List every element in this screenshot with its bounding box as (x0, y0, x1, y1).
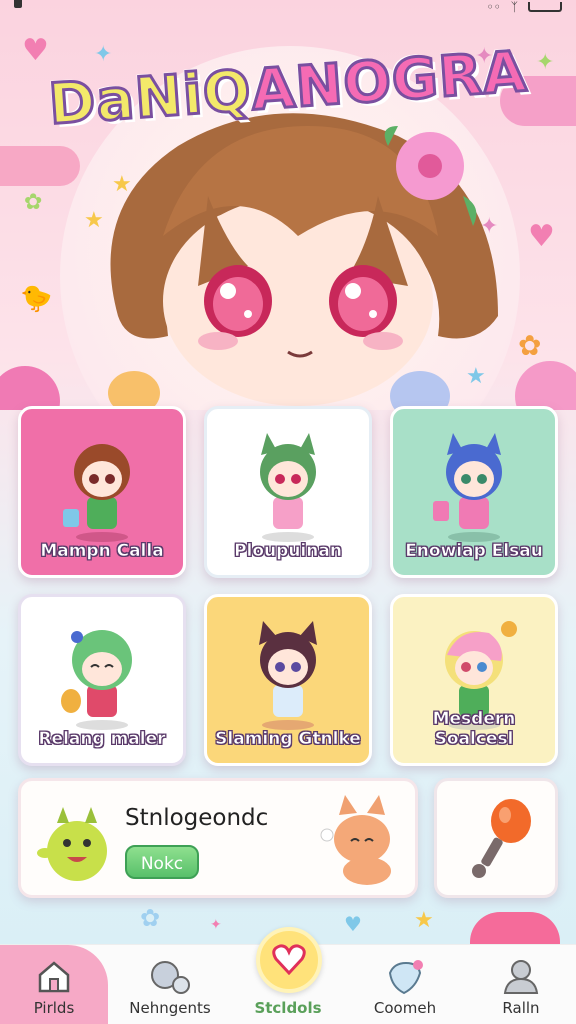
star-icon: ✦ (210, 917, 222, 933)
character-avatar (260, 433, 316, 542)
nav-label: Pirlds (33, 999, 75, 1017)
hero-character (110, 113, 498, 406)
character-card[interactable]: Mampn Calla (18, 406, 186, 578)
gem-icon (388, 960, 423, 995)
star-icon: ★ (414, 908, 434, 933)
user-icon (503, 960, 539, 994)
heart-icon: ♥ (22, 33, 49, 68)
heart-icon: ♥ (528, 219, 555, 254)
bird-icon: 🐤 (20, 284, 53, 314)
card-label: Mesdern Soalcesl (432, 709, 516, 750)
nav-item-bubbles[interactable]: Nehngents (115, 945, 225, 1024)
battery-icon (528, 2, 562, 12)
card-label: Ploupuinan (234, 541, 342, 562)
decor-bubble (0, 366, 60, 410)
nav-label: Nehngents (129, 999, 211, 1017)
status-icons: ◦◦ ᛉ (487, 0, 562, 14)
card-label: Slaming Gtnlke (215, 729, 361, 750)
item-card[interactable] (434, 778, 558, 898)
nav-item-profile[interactable]: Ralln (466, 945, 576, 1024)
flower-icon: ✿ (24, 190, 43, 215)
nav-item-favorites[interactable]: Stcldols (233, 927, 343, 1024)
flower-icon: ✿ (140, 904, 161, 932)
character-card[interactable]: Ploupuinan (204, 406, 372, 578)
character-card[interactable]: Mesdern Soalcesl (390, 594, 558, 766)
notch-indicator (14, 0, 22, 8)
heart-icon (272, 944, 306, 975)
featured-title: Stnlogeondc (125, 805, 269, 831)
bottom-navigation: Pirlds Nehngents Stcldols Coomeh Ralln (0, 927, 576, 1024)
hero-banner: ♥ ✦ ✦ ✦ ♥ ✿ ★ ★ 🐤 ✿ ✦ ★ DaNiQANOGRA (0, 16, 576, 410)
featured-card[interactable]: Stnlogeondc Nokc (18, 778, 418, 898)
character-avatar (259, 621, 317, 730)
home-icon (38, 961, 70, 993)
card-label: Enowiap Elsau (405, 541, 543, 562)
star-icon: ✦ (94, 42, 113, 67)
star-icon: ✦ (536, 50, 555, 75)
featured-action-button[interactable]: Nokc (125, 845, 199, 879)
monster-avatar (37, 807, 107, 881)
nav-label: Ralln (502, 999, 540, 1017)
card-label: Mampn Calla (40, 541, 164, 562)
character-avatar (63, 444, 130, 542)
bubbles-icon (151, 961, 190, 994)
decor-bubble (515, 361, 576, 410)
decor-blob (0, 146, 80, 186)
card-label: Relang maler (38, 729, 166, 750)
heart-icon: ♥ (344, 912, 362, 936)
fox-avatar (320, 795, 391, 885)
character-avatar (61, 630, 132, 730)
nav-label: Stcldols (254, 999, 322, 1017)
signal-icon: ◦◦ (486, 0, 501, 14)
character-card[interactable]: Enowiap Elsau (390, 406, 558, 578)
nav-item-gems[interactable]: Coomeh (350, 945, 460, 1024)
wifi-icon: ᛉ (510, 0, 518, 14)
character-card[interactable]: Relang maler (18, 594, 186, 766)
nav-label: Coomeh (373, 999, 437, 1017)
character-avatar (433, 433, 502, 542)
drumstick-icon (472, 799, 531, 878)
center-favorite-button[interactable] (256, 927, 322, 993)
nav-item-home[interactable]: Pirlds (0, 945, 108, 1024)
status-bar: ◦◦ ᛉ (0, 0, 576, 16)
character-card[interactable]: Slaming Gtnlke (204, 594, 372, 766)
flower-icon: ✿ (518, 329, 542, 362)
